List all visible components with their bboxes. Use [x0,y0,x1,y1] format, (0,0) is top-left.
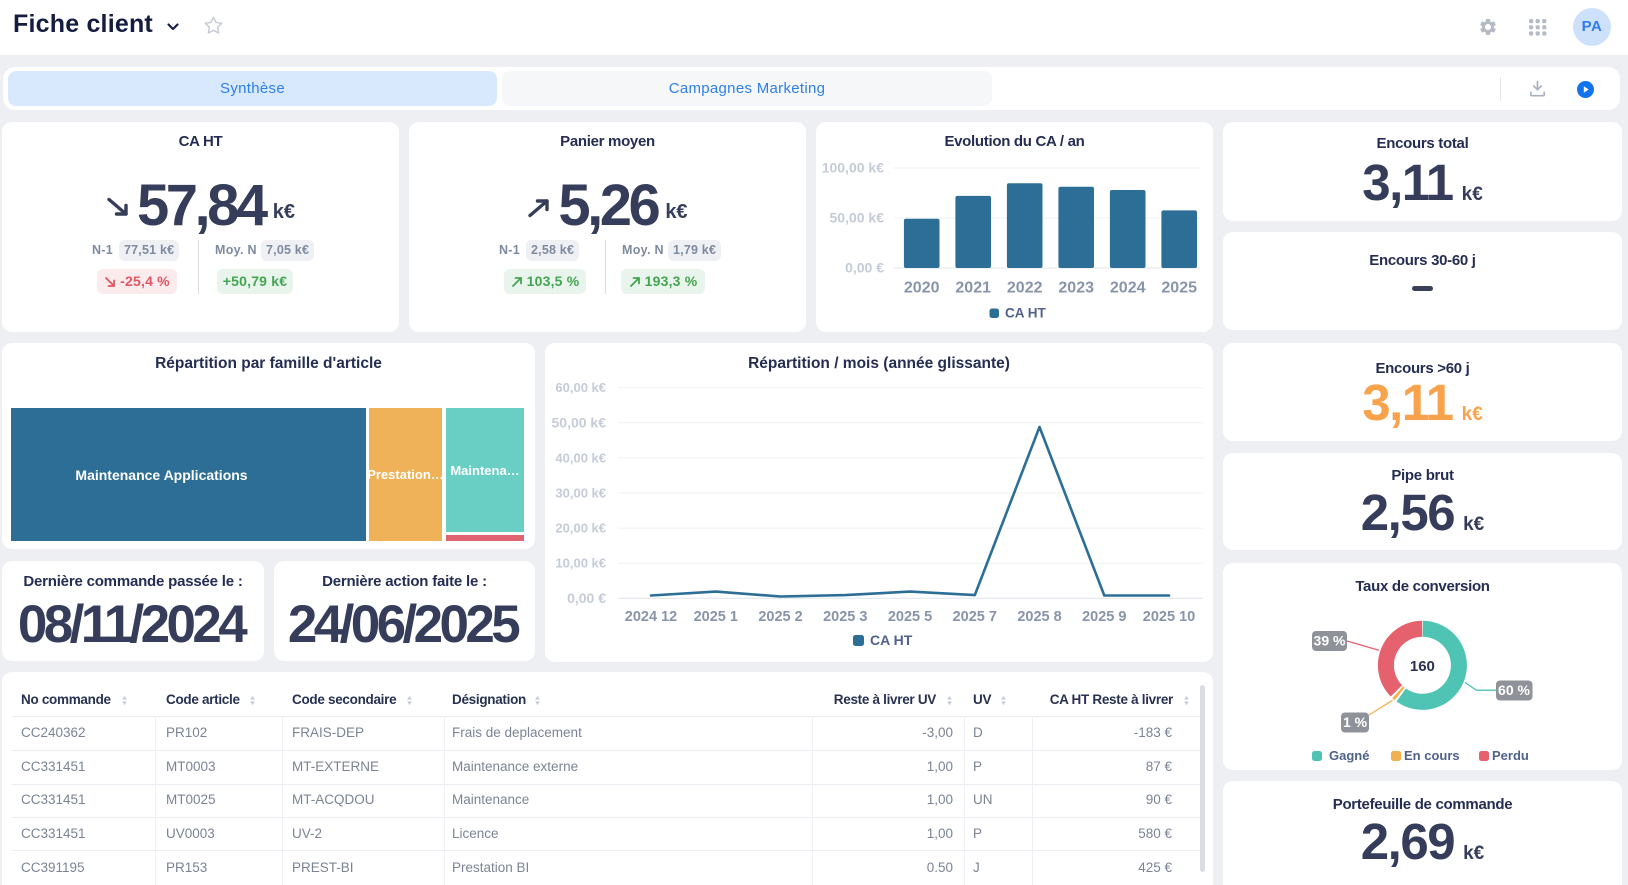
svg-text:20,00 k€: 20,00 k€ [555,521,606,536]
svg-text:2021: 2021 [955,280,991,297]
svg-text:50,00 k€: 50,00 k€ [552,414,607,430]
svg-text:CA HT: CA HT [870,632,913,648]
svg-text:50,00 k€: 50,00 k€ [830,210,885,226]
svg-text:2025 7: 2025 7 [953,609,997,625]
svg-text:2022: 2022 [1007,280,1043,297]
svg-text:CA HT: CA HT [1005,306,1046,321]
svg-text:60 %: 60 % [1498,682,1530,698]
svg-text:10,00 k€: 10,00 k€ [555,556,606,571]
svg-text:2025 1: 2025 1 [694,609,738,625]
svg-text:60,00 k€: 60,00 k€ [555,380,606,395]
svg-text:0,00 €: 0,00 € [845,260,884,276]
svg-text:30,00 k€: 30,00 k€ [555,486,606,501]
svg-text:1 %: 1 % [1343,714,1368,730]
svg-text:2025 9: 2025 9 [1082,609,1126,625]
svg-text:100,00 k€: 100,00 k€ [822,160,884,176]
svg-text:2025 10: 2025 10 [1143,609,1195,625]
svg-text:2025 3: 2025 3 [823,609,867,625]
svg-text:2024: 2024 [1110,280,1146,297]
svg-text:2025 5: 2025 5 [888,609,932,625]
svg-text:2025 2: 2025 2 [758,609,802,625]
svg-text:160: 160 [1410,658,1435,675]
svg-text:2025: 2025 [1161,280,1197,297]
svg-text:40,00 k€: 40,00 k€ [555,450,606,465]
svg-text:2024 12: 2024 12 [625,609,677,625]
svg-text:2025 8: 2025 8 [1017,609,1061,625]
svg-text:0,00 €: 0,00 € [567,590,606,606]
svg-text:39 %: 39 % [1314,633,1346,649]
svg-text:2020: 2020 [904,280,940,297]
svg-text:2023: 2023 [1058,280,1094,297]
